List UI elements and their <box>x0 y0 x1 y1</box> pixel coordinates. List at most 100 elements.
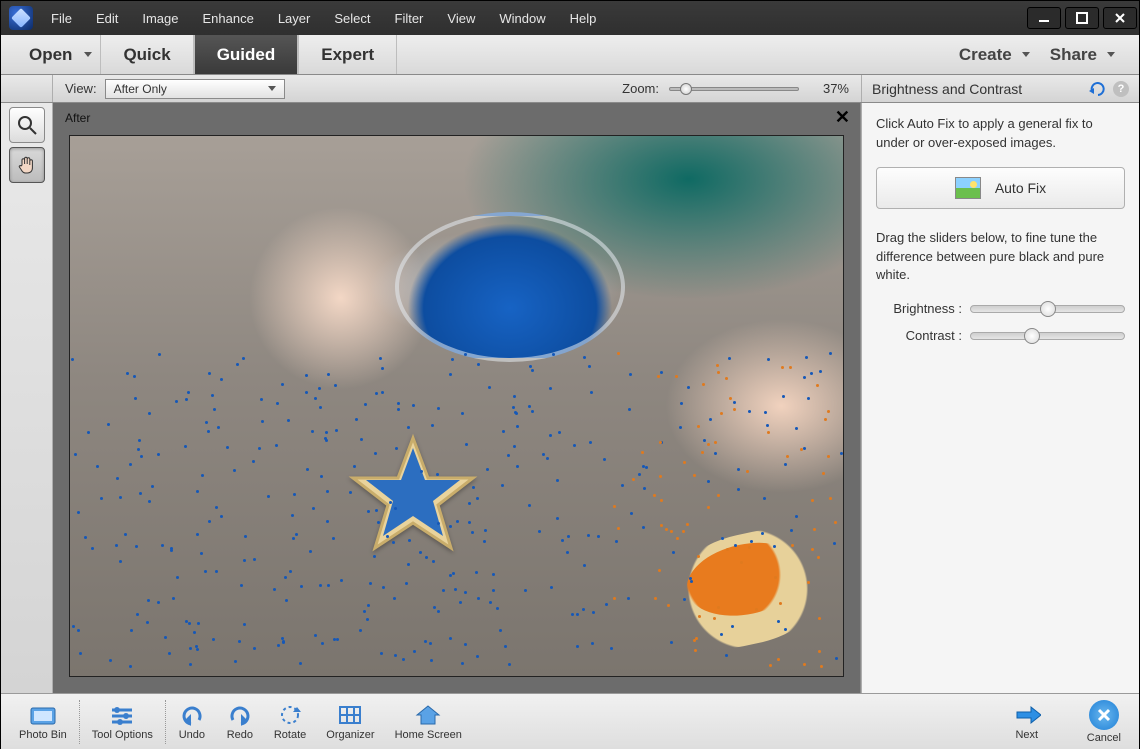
contrast-row: Contrast : <box>876 328 1125 343</box>
zoom-controls: Zoom: 37% <box>622 81 849 96</box>
tool-options-button[interactable]: Tool Options <box>82 703 163 741</box>
window-controls <box>1025 7 1139 29</box>
zoom-tool-button[interactable] <box>9 107 45 143</box>
tool-column <box>1 103 53 693</box>
photo-bin-label: Photo Bin <box>19 729 67 741</box>
rotate-button[interactable]: Rotate <box>264 703 316 741</box>
panel-title: Brightness and Contrast <box>872 81 1089 97</box>
tab-quick[interactable]: Quick <box>100 35 193 74</box>
main-area: After ✕ Click Auto Fix to apply a genera… <box>1 103 1139 693</box>
rotate-label: Rotate <box>274 729 306 741</box>
tab-guided[interactable]: Guided <box>194 35 299 74</box>
cancel-icon <box>1089 700 1119 730</box>
panel-header: Brightness and Contrast ? <box>861 75 1139 102</box>
options-bar: View: After Only Zoom: 37% Brightness an… <box>1 75 1139 103</box>
menu-bar: File Edit Image Enhance Layer Select Fil… <box>41 7 606 30</box>
share-menu-button[interactable]: Share <box>1044 41 1121 69</box>
chevron-down-icon <box>1022 52 1030 57</box>
next-arrow-icon <box>1013 703 1041 727</box>
menu-file[interactable]: File <box>41 7 82 30</box>
photo-bin-button[interactable]: Photo Bin <box>9 703 77 741</box>
contrast-label: Contrast : <box>876 328 962 343</box>
contrast-slider-thumb[interactable] <box>1024 328 1040 344</box>
create-label: Create <box>959 45 1012 65</box>
cancel-button[interactable]: Cancel <box>1077 700 1131 744</box>
adjustment-panel: Click Auto Fix to apply a general fix to… <box>861 103 1139 693</box>
share-label: Share <box>1050 45 1097 65</box>
photo-bin-icon <box>29 703 57 727</box>
brightness-label: Brightness : <box>876 301 962 316</box>
auto-fix-icon <box>955 177 981 199</box>
separator <box>165 700 166 744</box>
chevron-down-icon <box>1107 52 1115 57</box>
undo-button[interactable]: Undo <box>168 703 216 741</box>
zoom-slider[interactable] <box>669 87 799 91</box>
zoom-value: 37% <box>809 81 849 96</box>
view-label: View: <box>65 81 97 96</box>
zoom-label: Zoom: <box>622 81 659 96</box>
open-label: Open <box>29 45 72 65</box>
menu-layer[interactable]: Layer <box>268 7 321 30</box>
document-window: After ✕ <box>53 103 861 693</box>
auto-fix-button[interactable]: Auto Fix <box>876 167 1125 209</box>
chevron-down-icon <box>84 52 92 57</box>
menu-image[interactable]: Image <box>132 7 188 30</box>
view-mode-select[interactable]: After Only <box>105 79 285 99</box>
image-canvas[interactable] <box>69 135 844 677</box>
menu-edit[interactable]: Edit <box>86 7 128 30</box>
undo-icon <box>178 703 206 727</box>
home-screen-button[interactable]: Home Screen <box>385 703 472 741</box>
photo-content <box>70 136 843 676</box>
photo-sprinkles <box>70 136 843 676</box>
brightness-row: Brightness : <box>876 301 1125 316</box>
view-caption: After <box>65 111 90 125</box>
create-share-group: Create Share <box>953 41 1121 69</box>
next-label: Next <box>1015 729 1038 741</box>
menu-filter[interactable]: Filter <box>385 7 434 30</box>
menu-window[interactable]: Window <box>489 7 555 30</box>
menu-select[interactable]: Select <box>324 7 380 30</box>
organizer-icon <box>336 703 364 727</box>
hand-tool-button[interactable] <box>9 147 45 183</box>
help-icon[interactable]: ? <box>1113 81 1129 97</box>
contrast-slider[interactable] <box>970 332 1125 340</box>
minimize-button[interactable] <box>1027 7 1061 29</box>
close-document-icon[interactable]: ✕ <box>835 107 850 128</box>
brightness-slider[interactable] <box>970 305 1125 313</box>
bottom-bar: Photo Bin Tool Options Undo Redo Rotate … <box>1 693 1139 749</box>
brightness-slider-thumb[interactable] <box>1040 301 1056 317</box>
view-mode-value: After Only <box>114 82 167 96</box>
tab-expert[interactable]: Expert <box>298 35 397 74</box>
mode-bar: Open Quick Guided Expert Create Share <box>1 35 1139 75</box>
menu-help[interactable]: Help <box>560 7 607 30</box>
panel-help-text-2: Drag the sliders below, to fine tune the… <box>876 229 1125 286</box>
organizer-button[interactable]: Organizer <box>316 703 384 741</box>
organizer-label: Organizer <box>326 729 374 741</box>
open-menu-button[interactable]: Open <box>21 41 100 69</box>
reset-icon[interactable] <box>1089 82 1107 96</box>
tool-options-label: Tool Options <box>92 729 153 741</box>
menu-view[interactable]: View <box>437 7 485 30</box>
undo-label: Undo <box>179 729 205 741</box>
home-icon <box>414 703 442 727</box>
next-button[interactable]: Next <box>1003 703 1051 741</box>
cancel-label: Cancel <box>1087 732 1121 744</box>
mode-tabs: Quick Guided Expert <box>100 35 397 74</box>
bottom-right-group: Next Cancel <box>1003 700 1131 744</box>
zoom-slider-thumb[interactable] <box>680 83 692 95</box>
tool-options-icon <box>108 703 136 727</box>
tool-column-header <box>1 75 53 102</box>
redo-icon <box>226 703 254 727</box>
redo-button[interactable]: Redo <box>216 703 264 741</box>
redo-label: Redo <box>227 729 253 741</box>
rotate-icon <box>276 703 304 727</box>
close-button[interactable] <box>1103 7 1137 29</box>
maximize-button[interactable] <box>1065 7 1099 29</box>
auto-fix-label: Auto Fix <box>995 180 1046 196</box>
app-logo-icon <box>9 6 33 30</box>
menu-enhance[interactable]: Enhance <box>193 7 264 30</box>
panel-help-text-1: Click Auto Fix to apply a general fix to… <box>876 115 1125 153</box>
home-screen-label: Home Screen <box>395 729 462 741</box>
create-menu-button[interactable]: Create <box>953 41 1036 69</box>
title-bar: File Edit Image Enhance Layer Select Fil… <box>1 1 1139 35</box>
